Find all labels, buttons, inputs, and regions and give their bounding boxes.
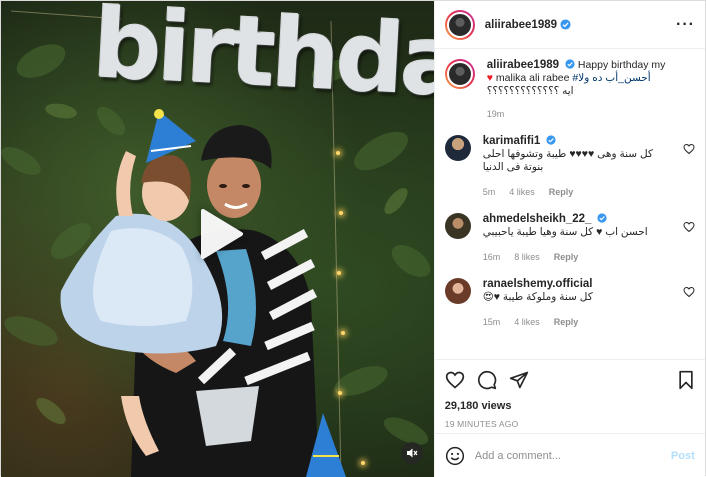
author-avatar[interactable] [444, 9, 475, 40]
comment-likes[interactable]: 4 likes [514, 316, 540, 329]
paper-plane-icon[interactable] [509, 370, 529, 390]
post-comment-button[interactable]: Post [671, 450, 695, 462]
comment-like-icon[interactable] [683, 143, 695, 155]
view-count[interactable]: 29,180 views [445, 400, 695, 412]
comment-icon[interactable] [477, 370, 497, 390]
commenter-avatar[interactable] [444, 278, 471, 304]
verified-badge-icon [546, 135, 556, 145]
verified-badge-icon [565, 59, 575, 69]
reply-button[interactable]: Reply [554, 251, 579, 264]
commenter-username[interactable]: ranaelshemy.official [483, 278, 593, 290]
mute-icon [407, 448, 418, 458]
comment-like-icon[interactable] [683, 286, 695, 298]
comment-like-icon[interactable] [683, 221, 695, 233]
comment-input[interactable] [474, 449, 661, 462]
play-button[interactable] [196, 209, 246, 259]
post-timestamp[interactable]: 19 MINUTES AGO [445, 419, 695, 429]
caption-username[interactable]: aliirabee1989 [487, 59, 559, 71]
more-options-icon[interactable]: ··· [676, 16, 695, 33]
commenter-avatar[interactable] [444, 135, 471, 161]
verified-badge-icon [560, 19, 571, 30]
commenter-username[interactable]: karimafifi1 [483, 135, 541, 147]
commenter-avatar[interactable] [444, 213, 471, 239]
hashtag-link[interactable]: #أحسن_أب ده ولا [572, 72, 650, 84]
play-icon [201, 209, 243, 259]
post-video[interactable]: birthda [1, 1, 434, 477]
comment-item: karimafifi1 كل سنة وهى ♥♥♥♥ طيبة وتشوفها… [444, 135, 695, 199]
comment-time[interactable]: 16m [483, 251, 501, 264]
caption-text: malika ali rabee [495, 72, 570, 84]
caption-text: ايه ؟؟؟؟؟؟؟؟؟؟؟؟؟ [486, 85, 574, 97]
verified-badge-icon [597, 213, 607, 223]
mute-button[interactable] [401, 442, 423, 464]
author-username[interactable]: aliirabee1989 [485, 19, 557, 31]
comment-time[interactable]: 5m [483, 186, 496, 199]
comment-likes[interactable]: 4 likes [509, 186, 535, 199]
comment-likes[interactable]: 8 likes [514, 251, 540, 264]
comment-text: كل سنة وملوكة طيبة ♥😍 [482, 291, 593, 303]
post-side-panel: aliirabee1989 ··· aliirabee1989 Happy bi… [433, 1, 705, 477]
commenter-username[interactable]: ahmedelsheikh_22_ [483, 213, 592, 225]
heart-emoji: ♥ [486, 72, 493, 84]
post-header: aliirabee1989 ··· [434, 1, 705, 49]
comment-item: ahmedelsheikh_22_ احسن اب ♥ كل سنة وهيا … [444, 213, 695, 264]
caption-avatar[interactable] [444, 59, 475, 89]
add-comment-bar: Post [434, 433, 705, 477]
comment-time[interactable]: 15m [483, 316, 501, 329]
post-caption: aliirabee1989 Happy birthday my ♥ malika… [444, 59, 695, 121]
comment-text: احسن اب ♥ كل سنة وهيا طيبة ياحبيبي [482, 226, 648, 238]
heart-outline-icon[interactable] [445, 370, 465, 390]
smiley-icon[interactable] [445, 446, 465, 466]
instagram-post: birthda aliirabee1989 ··· aliirabee1989 … [0, 0, 706, 477]
reply-button[interactable]: Reply [549, 186, 574, 199]
caption-time[interactable]: 19m [487, 108, 695, 121]
caption-text: Happy birthday my [577, 59, 666, 71]
comment-item: ranaelshemy.official كل سنة وملوكة طيبة … [444, 278, 695, 329]
reply-button[interactable]: Reply [554, 316, 579, 329]
bookmark-icon[interactable] [677, 370, 695, 390]
comment-text: كل سنة وهى ♥♥♥♥ طيبة وتشوفها احلى بنوتة … [482, 148, 653, 173]
comments-list[interactable]: aliirabee1989 Happy birthday my ♥ malika… [435, 49, 705, 359]
